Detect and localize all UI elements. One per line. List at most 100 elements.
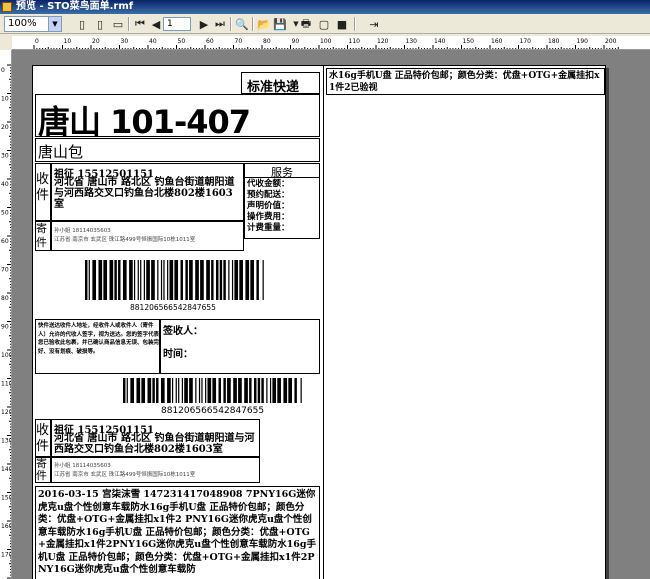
window-title-bar: 预览 - STO菜鸟面单.rmf bbox=[0, 0, 650, 14]
package-point-box: 唐山包 bbox=[35, 138, 320, 162]
barcode-bar bbox=[178, 378, 180, 403]
open-folder-icon[interactable]: 📂 bbox=[256, 16, 272, 32]
two-page-icon[interactable]: ▯ bbox=[92, 16, 108, 32]
page2-goods-text: 水16g手机U盘 正品特价包邮；颜色分类：优盘+OTG+金属挂扣x1件2已验视 bbox=[329, 71, 600, 93]
receiver-address: 河北省 唐山市 路北区 钓鱼台街道朝阳道与河西路交叉口钓鱼台北楼802楼1603… bbox=[54, 177, 235, 210]
goods-text: 2016-03-15 宫柒沫雪 147231417048908 7PNY16G迷… bbox=[38, 489, 317, 575]
barcode-bar bbox=[231, 260, 234, 300]
page-setup-icon[interactable]: ▢ bbox=[316, 16, 332, 32]
preview-area[interactable]: 标准快递 唐山 101-407 唐山包 收件 祖征 15512501151 河北… bbox=[12, 50, 650, 579]
barcode-bar bbox=[195, 260, 199, 300]
barcode-bar bbox=[123, 378, 126, 403]
barcode-bar bbox=[141, 378, 146, 403]
barcode-bar bbox=[300, 378, 302, 403]
ruler-label: 100 bbox=[1, 352, 12, 359]
barcode-bar bbox=[129, 260, 133, 300]
app-icon bbox=[2, 2, 12, 12]
sender-side-label: 寄件 bbox=[36, 222, 47, 249]
ruler-label: 40 bbox=[1, 181, 9, 188]
last-page-icon[interactable]: ⏭ bbox=[212, 16, 228, 32]
barcode-bar bbox=[175, 378, 177, 403]
barcode-bar bbox=[277, 378, 281, 403]
barcode-bar bbox=[200, 260, 204, 300]
barcode-bar bbox=[244, 378, 248, 403]
barcode-bar bbox=[160, 378, 165, 403]
barcode-bar bbox=[198, 378, 201, 403]
service-item: 声明价值： bbox=[247, 201, 290, 211]
delivery-notice: 快件送达收件人地址，经收件人或收件人（寄件人）允许的代收人签字，视为送达。您的签… bbox=[38, 323, 160, 355]
barcode-bar bbox=[160, 260, 163, 300]
ruler-label: 60 bbox=[206, 38, 214, 45]
barcode-bar bbox=[174, 260, 179, 300]
label-page-2: 水16g手机U盘 正品特价包邮；颜色分类：优盘+OTG+金属挂扣x1件2已验视 bbox=[323, 65, 606, 579]
ruler-label: 20 bbox=[1, 124, 9, 131]
sender2-address: 江苏省 南京市 玄武区 珠江路499号恒振国际10栋1011室 bbox=[54, 472, 196, 478]
barcode-bar bbox=[167, 378, 171, 403]
next-page-icon[interactable]: ▶ bbox=[196, 16, 212, 32]
service-header: 服务 bbox=[271, 166, 293, 179]
horizontal-ruler: 0 10 20 30 40 50 60 70 80 90 100 110 120 130 140 150 160… bbox=[12, 36, 650, 50]
barcode-bar bbox=[147, 378, 152, 403]
barcode-bar bbox=[92, 260, 97, 300]
ruler-label: 200 bbox=[605, 38, 617, 45]
page-number-input[interactable]: 1 bbox=[163, 17, 191, 31]
fullscreen-icon[interactable]: ■ bbox=[334, 16, 350, 32]
barcode-bar bbox=[228, 260, 230, 300]
barcode-bar bbox=[218, 378, 221, 403]
prev-page-icon[interactable]: ◀ bbox=[148, 16, 164, 32]
ruler-label: 30 bbox=[121, 38, 129, 45]
barcode-bar bbox=[257, 378, 261, 403]
barcode-bar bbox=[262, 260, 264, 300]
search-icon[interactable]: 🔍 bbox=[234, 16, 250, 32]
barcode-bar bbox=[245, 260, 250, 300]
ruler-label: 140 bbox=[1, 466, 12, 473]
ruler-label: 150 bbox=[1, 495, 12, 502]
receiver-box: 祖征 15512501151 河北省 唐山市 路北区 钓鱼台街道朝阳道与河西路交… bbox=[51, 163, 244, 221]
barcode-bar bbox=[283, 378, 288, 403]
barcode-bar bbox=[266, 378, 268, 403]
ruler-label: 80 bbox=[263, 38, 271, 45]
barcode-bar bbox=[269, 378, 272, 403]
sign-label: 签收人： bbox=[163, 326, 203, 337]
ruler-corner bbox=[0, 36, 12, 50]
service-box: 服务 代收金额： 预约配送： 声明价值： 操作费用： 计费重量： bbox=[244, 163, 320, 239]
ruler-label: 70 bbox=[1, 267, 9, 274]
receiver2-box: 祖征 15512501151 河北省 唐山市 路北区 钓鱼台街道朝阳道与河西路交… bbox=[51, 419, 260, 457]
barcode-bar bbox=[122, 260, 127, 300]
first-page-icon[interactable]: ⏮ bbox=[132, 16, 148, 32]
vertical-ruler-ticks: 0 10 20 30 40 50 60 70 80 90 100 110 120 130 140 150 160… bbox=[1, 64, 12, 579]
sender2-box: 孙小姐 18114035603 江苏省 南京市 玄武区 珠江路499号恒振国际1… bbox=[51, 457, 260, 483]
barcode-bar bbox=[261, 378, 264, 403]
barcode-bar bbox=[151, 260, 155, 300]
print-icon[interactable]: 🖶 bbox=[298, 16, 314, 32]
sender2-side-label: 寄件 bbox=[36, 457, 47, 482]
barcode-bar bbox=[163, 260, 165, 300]
ruler-label: 180 bbox=[548, 38, 560, 45]
barcode-bar bbox=[288, 378, 292, 403]
tracking-barcode-2 bbox=[123, 378, 302, 403]
barcode-number: 881206566542847655 bbox=[130, 303, 216, 312]
barcode-bar bbox=[157, 260, 159, 300]
barcode-bar bbox=[233, 378, 237, 403]
ruler-label: 160 bbox=[1, 523, 12, 530]
ruler-label: 60 bbox=[1, 238, 9, 245]
save-icon[interactable]: 💾 bbox=[272, 16, 288, 32]
barcode-bar bbox=[137, 260, 139, 300]
chevron-down-icon[interactable]: ▼ bbox=[48, 17, 61, 31]
barcode-bar bbox=[207, 378, 212, 403]
barcode-bar bbox=[211, 260, 214, 300]
barcode-bar bbox=[189, 260, 193, 300]
ruler-label: 140 bbox=[434, 38, 446, 45]
exit-icon[interactable]: ⇥ bbox=[366, 16, 382, 32]
zoom-select[interactable]: 100% ▼ bbox=[4, 16, 62, 32]
time-label: 时间： bbox=[163, 349, 193, 360]
service-items: 代收金额： 预约配送： 声明价值： 操作费用： 计费重量： bbox=[247, 179, 290, 234]
single-page-icon[interactable]: ▯ bbox=[74, 16, 90, 32]
barcode-bar bbox=[205, 378, 207, 403]
page-width-icon[interactable]: ▭ bbox=[110, 16, 126, 32]
ruler-label: 130 bbox=[1, 438, 12, 445]
ruler-label: 120 bbox=[377, 38, 389, 45]
barcode-bar bbox=[212, 378, 217, 403]
receiver2-side-label: 收件 bbox=[36, 423, 50, 454]
barcode-bar bbox=[189, 378, 193, 403]
